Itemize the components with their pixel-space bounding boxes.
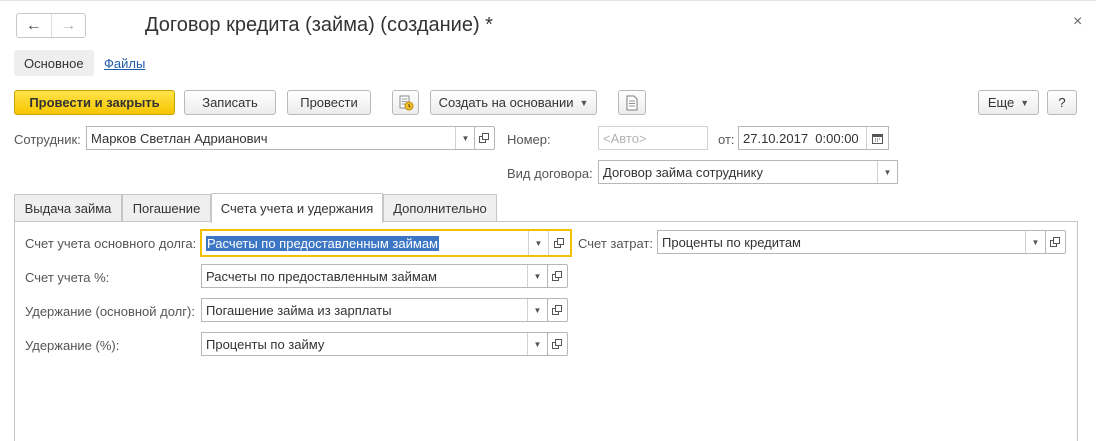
open-deduction-interest-button[interactable]	[547, 332, 568, 356]
interest-account-label: Счет учета %:	[25, 270, 110, 285]
top-border	[0, 0, 1096, 1]
open-icon	[552, 270, 562, 281]
document-icon	[626, 95, 638, 110]
more-button[interactable]: Еще ▼	[978, 90, 1039, 115]
deduction-interest-value: Проценты по займу	[206, 336, 325, 352]
post-button[interactable]: Провести	[287, 90, 371, 115]
open-icon	[1050, 236, 1060, 247]
open-icon	[479, 132, 489, 143]
employee-label: Сотрудник:	[14, 132, 81, 147]
main-debt-account-label: Счет учета основного долга:	[25, 236, 197, 251]
dropdown-icon[interactable]: ▼	[527, 333, 547, 355]
dropdown-icon[interactable]: ▼	[528, 231, 548, 255]
close-icon[interactable]: ×	[1073, 13, 1082, 31]
deduction-main-field[interactable]: Погашение займа из зарплаты ▼	[201, 298, 548, 322]
main-debt-account-value: Расчеты по предоставленным займам	[206, 235, 439, 251]
open-expense-button[interactable]	[1045, 230, 1066, 254]
dropdown-icon[interactable]: ▼	[527, 265, 547, 287]
post-and-close-button[interactable]: Провести и закрыть	[14, 90, 175, 115]
back-arrow-icon[interactable]: ←	[17, 14, 51, 37]
expense-account-field[interactable]: Проценты по кредитам ▼	[657, 230, 1046, 254]
tab-loan-issue[interactable]: Выдача займа	[14, 194, 122, 222]
contract-type-label: Вид договора:	[507, 166, 593, 181]
chevron-down-icon: ▼	[579, 97, 589, 108]
tab-repayment[interactable]: Погашение	[122, 194, 211, 222]
deduction-interest-field[interactable]: Проценты по займу ▼	[201, 332, 548, 356]
save-button[interactable]: Записать	[184, 90, 276, 115]
contract-type-value: Договор займа сотруднику	[603, 164, 763, 180]
date-value: 27.10.2017 0:00:00	[743, 130, 859, 146]
date-label: от:	[718, 132, 735, 147]
open-icon[interactable]	[548, 231, 570, 255]
create-based-on-label: Создать на основании	[438, 95, 574, 110]
create-based-on-button[interactable]: Создать на основании ▼	[430, 90, 597, 115]
open-employee-button[interactable]	[474, 126, 495, 150]
tab-additional[interactable]: Дополнительно	[383, 194, 497, 222]
number-placeholder: <Авто>	[603, 130, 647, 146]
deduction-interest-label: Удержание (%):	[25, 338, 120, 353]
dropdown-icon[interactable]: ▼	[877, 161, 897, 183]
document-flow-icon	[399, 95, 413, 110]
section-main[interactable]: Основное	[14, 50, 94, 76]
dropdown-icon[interactable]: ▼	[527, 299, 547, 321]
dropdown-icon[interactable]: ▼	[1025, 231, 1045, 253]
more-label: Еще	[987, 95, 1015, 110]
interest-account-field[interactable]: Расчеты по предоставленным займам ▼	[201, 264, 548, 288]
tab-accounts-deductions[interactable]: Счета учета и удержания	[211, 193, 383, 223]
chevron-down-icon: ▼	[1020, 97, 1030, 108]
deduction-main-label: Удержание (основной долг):	[25, 304, 195, 319]
open-icon	[552, 304, 562, 315]
print-button[interactable]	[618, 90, 646, 115]
document-flow-button[interactable]	[392, 90, 419, 115]
section-files-link[interactable]: Файлы	[104, 56, 145, 71]
calendar-icon[interactable]	[866, 127, 888, 149]
help-button[interactable]: ?	[1047, 90, 1077, 115]
window-title: Договор кредита (займа) (создание) *	[145, 14, 493, 36]
open-deduction-main-button[interactable]	[547, 298, 568, 322]
history-nav: ← →	[16, 13, 86, 38]
forward-arrow-icon[interactable]: →	[50, 14, 86, 37]
number-label: Номер:	[507, 132, 551, 147]
employee-field[interactable]: Марков Светлан Адрианович ▼	[86, 126, 476, 150]
dropdown-icon[interactable]: ▼	[455, 127, 475, 149]
deduction-main-value: Погашение займа из зарплаты	[206, 302, 392, 318]
main-debt-account-field[interactable]: Расчеты по предоставленным займам ▼	[200, 229, 572, 257]
number-field[interactable]: <Авто>	[598, 126, 708, 150]
contract-type-field[interactable]: Договор займа сотруднику ▼	[598, 160, 898, 184]
open-icon	[552, 338, 562, 349]
interest-account-value: Расчеты по предоставленным займам	[206, 268, 437, 284]
open-interest-button[interactable]	[547, 264, 568, 288]
expense-account-label: Счет затрат:	[578, 236, 653, 251]
date-field[interactable]: 27.10.2017 0:00:00	[738, 126, 889, 150]
employee-value: Марков Светлан Адрианович	[91, 130, 268, 146]
expense-account-value: Проценты по кредитам	[662, 234, 801, 250]
